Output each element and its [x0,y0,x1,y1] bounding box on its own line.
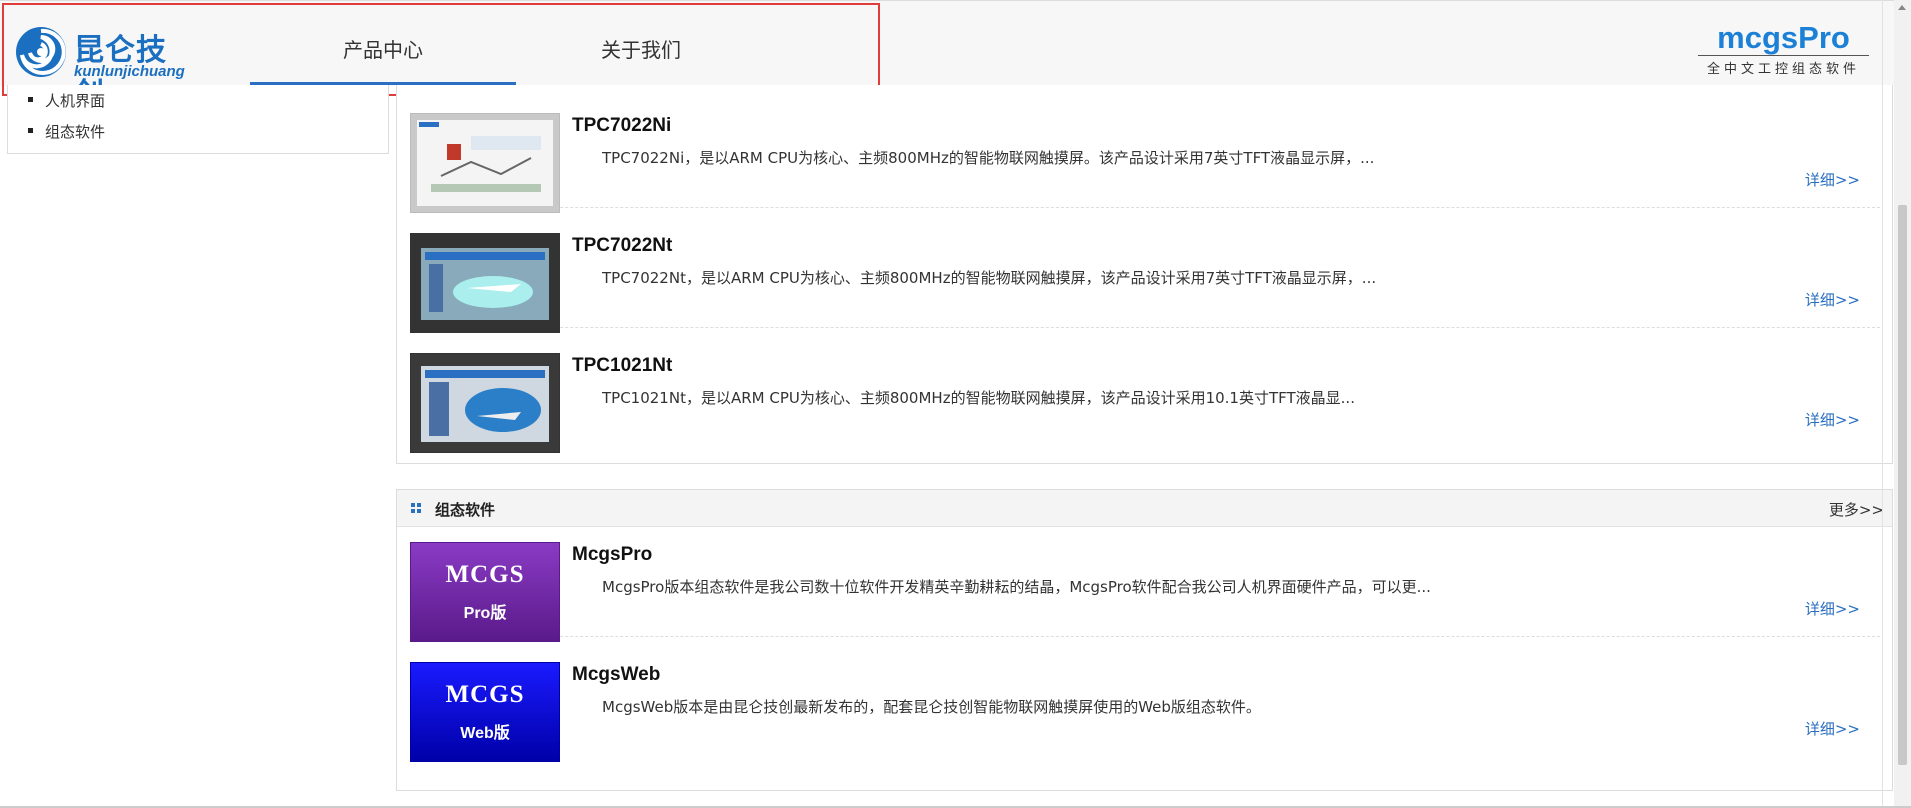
product-item: TPC7022Nt TPC7022Nt，是以ARM CPU为核心、主频800MH… [410,227,1880,333]
panel-header: 组态软件 更多>> [397,490,1892,527]
product-name[interactable]: McgsPro [572,544,652,566]
grid-icon [411,503,422,514]
product-name[interactable]: TPC1021Nt [572,355,672,377]
product-name[interactable]: TPC7022Nt [572,235,672,257]
mcgs-pro-title: mcgsPro [1717,20,1850,55]
product-thumbnail[interactable] [410,353,560,453]
sidebar-item-label: 人机界面 [45,92,106,110]
mcgs-pro-brand: mcgsPro 全中文工控组态软件 [1696,21,1871,81]
scroll-up-arrow-icon[interactable] [1898,5,1906,10]
site-header: 昆仑技创 kunlunjichuang 产品中心 关于我们 mcgsPro 全中… [0,0,1911,112]
product-item: MCGS Pro版 McgsPro McgsPro版本组态软件是我公司数十位软件… [410,536,1880,642]
product-item: TPC7022Ni TPC7022Ni，是以ARM CPU为核心、主频800MH… [410,107,1880,213]
product-thumbnail[interactable]: MCGS Web版 [410,662,560,762]
sidebar: 人机界面 组态软件 [7,85,389,154]
logo-en-text: kunlunjichuang [74,63,185,80]
product-thumbnail[interactable] [410,113,560,213]
product-thumbnail[interactable]: MCGS Pro版 [410,542,560,642]
product-desc: TPC7022Nt，是以ARM CPU为核心、主频800MHz的智能物联网触摸屏… [602,269,1377,287]
logo-swirl-icon [16,27,66,77]
product-detail-link[interactable]: 详细>> [1805,409,1860,430]
vertical-scrollbar[interactable] [1894,0,1911,808]
thumb-title: MCGS [445,561,525,588]
thumb-subtitle: Pro版 [463,605,507,622]
page-right-border [1882,0,1883,808]
nav-products[interactable]: 产品中心 [343,34,423,63]
software-products-panel: 组态软件 更多>> MCGS Pro版 McgsPro McgsPro版本组态软… [396,489,1893,791]
product-desc: TPC7022Ni，是以ARM CPU为核心、主频800MHz的智能物联网触摸屏… [602,149,1375,167]
product-detail-link[interactable]: 详细>> [1805,289,1860,310]
scroll-thumb[interactable] [1898,205,1907,765]
product-item: TPC1021Nt TPC1021Nt，是以ARM CPU为核心、主频800MH… [410,347,1880,453]
product-desc: McgsWeb版本是由昆仑技创最新发布的，配套昆仑技创智能物联网触摸屏使用的We… [602,698,1261,716]
mcgs-pro-subtitle: 全中文工控组态软件 [1698,55,1869,77]
product-thumbnail[interactable] [410,233,560,333]
product-desc: McgsPro版本组态软件是我公司数十位软件开发精英辛勤耕耘的结晶，McgsPr… [602,578,1431,596]
hmi-products-panel: TPC7022Ni TPC7022Ni，是以ARM CPU为核心、主频800MH… [396,85,1893,464]
sidebar-item-hmi[interactable]: 人机界面 [28,90,105,111]
sidebar-item-label: 组态软件 [45,123,106,141]
product-item: MCGS Web版 McgsWeb McgsWeb版本是由昆仑技创最新发布的，配… [410,656,1880,762]
product-detail-link[interactable]: 详细>> [1805,598,1860,619]
more-link[interactable]: 更多>> [1829,499,1884,520]
thumb-subtitle: Web版 [460,725,510,742]
product-detail-link[interactable]: 详细>> [1805,169,1860,190]
product-desc: TPC1021Nt，是以ARM CPU为核心、主频800MHz的智能物联网触摸屏… [602,389,1355,407]
product-detail-link[interactable]: 详细>> [1805,718,1860,739]
site-logo[interactable]: 昆仑技创 kunlunjichuang [14,23,194,112]
sidebar-item-software[interactable]: 组态软件 [28,121,105,142]
product-name[interactable]: McgsWeb [572,664,660,686]
product-name[interactable]: TPC7022Ni [572,115,671,137]
thumb-title: MCGS [445,681,525,708]
panel-title: 组态软件 [435,501,496,519]
nav-about[interactable]: 关于我们 [601,34,681,63]
